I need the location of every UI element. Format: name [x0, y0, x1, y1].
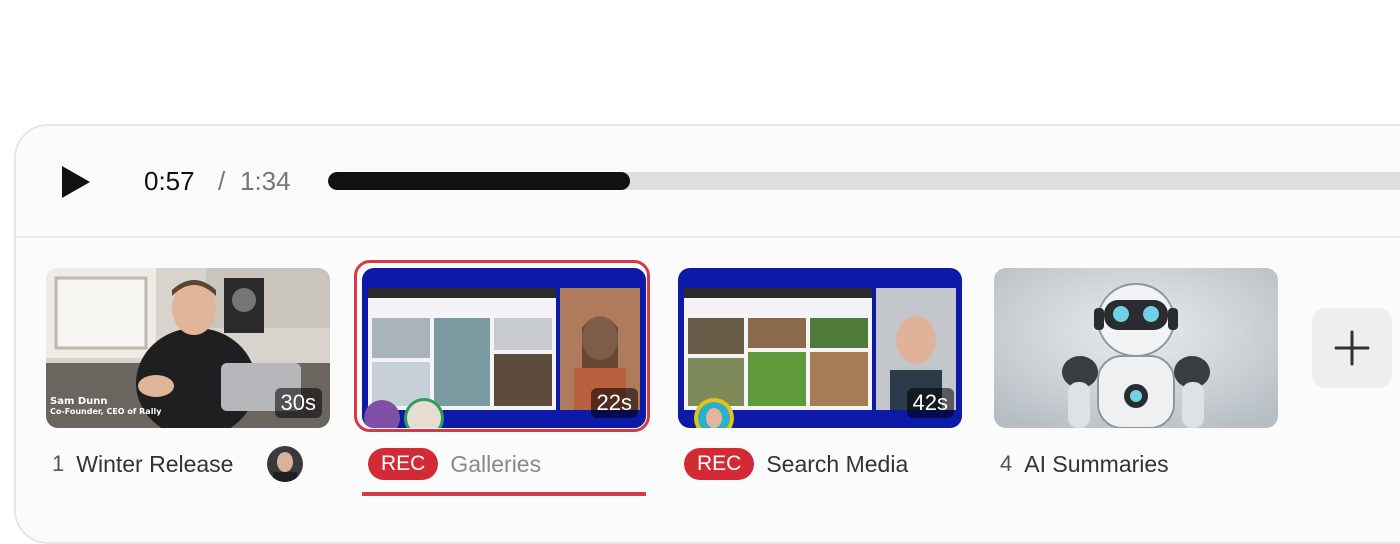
clip-title[interactable]: Search Media	[766, 451, 908, 478]
time-separator: /	[218, 166, 226, 196]
clip-card-3[interactable]: 42s REC Search Media	[678, 268, 962, 480]
clip-editor-panel: 0:57 / 1:34 Sam Dunn Co-Founder, CEO of …	[14, 124, 1400, 544]
selected-indicator	[362, 492, 646, 496]
overlay-role: Co-Founder, CEO of Rally	[50, 406, 162, 416]
clip-label-4: 4 AI Summaries	[1000, 446, 1169, 482]
clip-card-2[interactable]: 22s REC Galleries	[354, 260, 650, 496]
add-clip-button[interactable]	[1312, 308, 1392, 388]
clip-thumbnail-2[interactable]: 22s	[362, 268, 646, 428]
clip-label-3: REC Search Media	[684, 446, 908, 482]
progress-fill	[328, 172, 631, 190]
current-time: 0:57	[144, 166, 195, 196]
clip-thumbnail-4[interactable]	[994, 268, 1278, 428]
progress-bar[interactable]	[328, 172, 1400, 190]
total-time: 1:34	[240, 166, 291, 196]
play-icon[interactable]	[60, 164, 92, 200]
clip-index: 4	[1000, 451, 1013, 476]
clip-title[interactable]: AI Summaries	[1024, 451, 1168, 478]
clip-card-1[interactable]: Sam Dunn Co-Founder, CEO of Rally 30s 1 …	[46, 268, 330, 482]
clip-duration: 22s	[590, 388, 638, 418]
rec-badge: REC	[368, 448, 439, 480]
clip-thumbnail-1[interactable]: Sam Dunn Co-Founder, CEO of Rally 30s	[46, 268, 330, 428]
rec-badge: REC	[684, 448, 755, 480]
clip-duration: 42s	[906, 388, 954, 418]
plus-icon	[1334, 330, 1370, 366]
clip-card-4[interactable]: 4 AI Summaries	[994, 268, 1278, 477]
clip-thumbnail-3[interactable]: 42s	[678, 268, 962, 428]
clip-index: 1	[52, 451, 65, 476]
clip-duration: 30s	[274, 388, 322, 418]
robot-image	[994, 268, 1278, 428]
clip-title[interactable]: Winter Release	[76, 451, 233, 478]
player-bar: 0:57 / 1:34	[16, 126, 1400, 238]
clip-label-1: 1 Winter Release	[52, 446, 304, 482]
clip-title[interactable]: Galleries	[450, 451, 541, 478]
clip-label-2: REC Galleries	[368, 446, 541, 482]
avatar	[267, 446, 304, 482]
